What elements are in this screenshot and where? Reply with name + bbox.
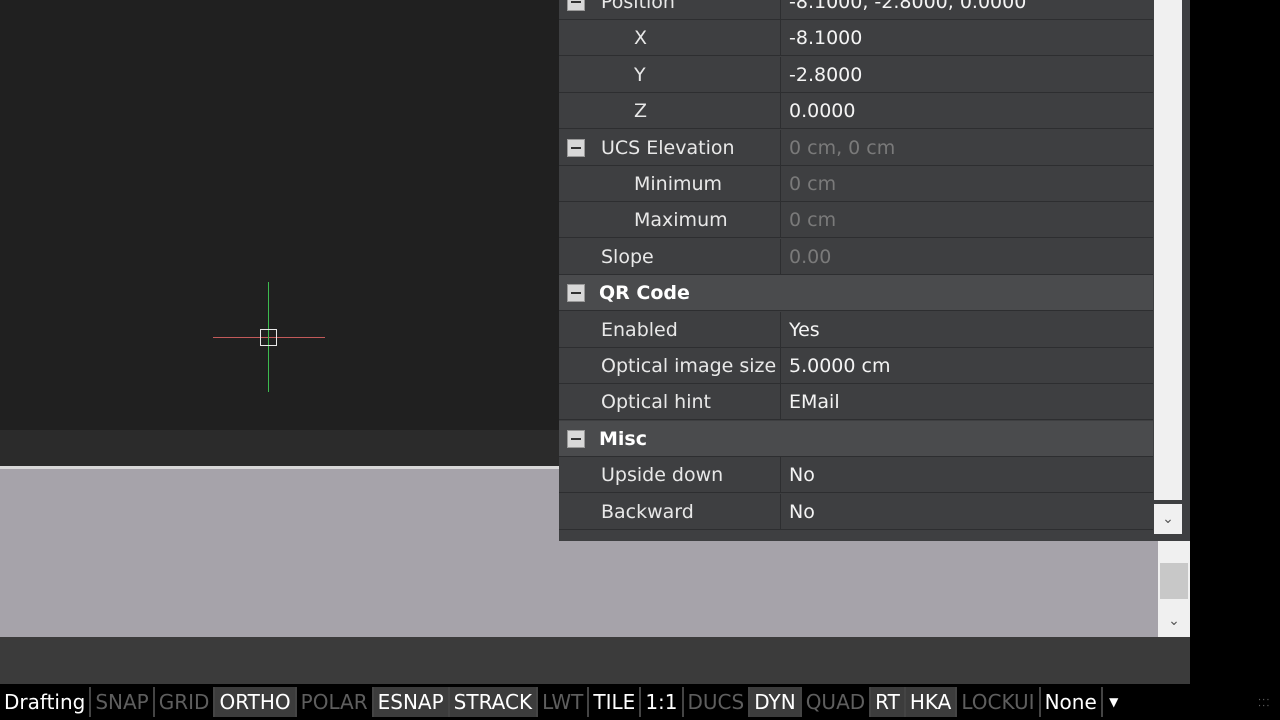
status-toggle-grid[interactable]: GRID <box>155 687 216 717</box>
drawing-canvas[interactable] <box>0 0 560 430</box>
property-label: Maximum <box>634 209 728 231</box>
resize-grip-icon[interactable]: ⋅⋅⋅ ⋅⋅⋅ <box>1258 696 1276 716</box>
status-toggle-lwt[interactable]: LWT <box>538 687 590 717</box>
status-toggle-1-1[interactable]: 1:1 <box>641 687 684 717</box>
scrollbar-track[interactable] <box>1154 0 1182 500</box>
properties-panel: Position -8.1000, -2.8000, 0.0000 X -8.1000… <box>559 0 1190 541</box>
property-label: Misc <box>599 428 647 450</box>
property-value[interactable]: No <box>780 457 1153 493</box>
collapse-minus-icon[interactable] <box>567 430 585 448</box>
property-row[interactable]: Minimum 0 cm <box>559 166 1153 202</box>
property-label: Optical hint <box>601 391 711 413</box>
status-toggle-snap[interactable]: SNAP <box>91 687 155 717</box>
properties-scrollbar[interactable]: ⌄ <box>1153 0 1190 541</box>
triangle-down-icon[interactable]: ▼ <box>1103 687 1125 717</box>
property-label: Position <box>601 0 675 13</box>
property-row[interactable]: Enabled Yes <box>559 312 1153 348</box>
property-label: UCS Elevation <box>601 137 735 159</box>
property-row[interactable]: Optical image size 5.0000 cm <box>559 348 1153 384</box>
property-label: Y <box>634 64 646 86</box>
command-history-scrollbar[interactable]: ⌄ <box>1158 541 1190 637</box>
collapse-minus-icon[interactable] <box>567 284 585 302</box>
property-label: Enabled <box>601 319 678 341</box>
collapse-minus-icon[interactable] <box>567 0 585 11</box>
property-row[interactable]: Optical hint EMail <box>559 384 1153 420</box>
status-toggle-tile[interactable]: TILE <box>589 687 642 717</box>
property-row[interactable]: Y -2.8000 <box>559 57 1153 93</box>
property-value[interactable]: 0 cm, 0 cm <box>780 130 1153 166</box>
status-toggle-strack[interactable]: STRACK <box>449 687 539 717</box>
status-toggle-drafting[interactable]: Drafting <box>0 687 92 717</box>
status-toggle-esnap[interactable]: ESNAP <box>373 687 450 717</box>
status-toggle-lockui[interactable]: LOCKUI <box>957 687 1041 717</box>
crosshair-pickbox <box>260 329 277 346</box>
collapse-minus-icon[interactable] <box>567 139 585 157</box>
property-value[interactable]: No <box>780 494 1153 530</box>
property-row[interactable]: Z 0.0000 <box>559 93 1153 129</box>
property-value[interactable]: -2.8000 <box>780 57 1153 93</box>
status-toggle-polar[interactable]: POLAR <box>297 687 374 717</box>
status-toggle-quad[interactable]: QUAD <box>802 687 872 717</box>
property-value[interactable]: 0 cm <box>780 166 1153 202</box>
status-toggle-ortho[interactable]: ORTHO <box>215 687 297 717</box>
status-toggle-hka[interactable]: HKA <box>905 687 958 717</box>
property-label: Z <box>634 100 648 122</box>
property-category-header[interactable]: Misc <box>559 421 1153 457</box>
scrollbar-thumb[interactable] <box>1160 563 1188 599</box>
property-label: X <box>634 27 648 49</box>
status-toggle-none[interactable]: None <box>1041 687 1103 717</box>
property-value[interactable]: Yes <box>780 312 1153 348</box>
property-value[interactable]: 0 cm <box>780 202 1153 238</box>
property-value[interactable]: -8.1000 <box>780 20 1153 56</box>
property-value[interactable]: 5.0000 cm <box>780 348 1153 384</box>
property-row[interactable]: X -8.1000 <box>559 20 1153 56</box>
property-row[interactable]: Backward No <box>559 494 1153 530</box>
status-toggle-ducs[interactable]: DUCS <box>684 687 751 717</box>
status-bar-toggles: Drafting SNAP GRID ORTHO POLAR ESNAP STRACK LWT… <box>0 684 1103 720</box>
property-row[interactable]: Slope 0.00 <box>559 239 1153 275</box>
property-value[interactable]: EMail <box>780 384 1153 420</box>
property-value[interactable]: -8.1000, -2.8000, 0.0000 <box>780 0 1153 20</box>
screen-edge <box>1190 0 1280 720</box>
status-bar: Drafting SNAP GRID ORTHO POLAR ESNAP STRACK LWT… <box>0 684 1280 720</box>
chevron-down-icon[interactable]: ⌄ <box>1154 504 1182 534</box>
property-label: Optical image size <box>601 355 777 377</box>
property-label: Upside down <box>601 464 724 486</box>
property-label: Backward <box>601 501 694 523</box>
command-line-input[interactable] <box>0 637 1192 684</box>
chevron-down-icon[interactable]: ⌄ <box>1158 609 1190 633</box>
property-row[interactable]: Maximum 0 cm <box>559 202 1153 238</box>
property-value[interactable]: 0.00 <box>780 239 1153 275</box>
property-row[interactable]: UCS Elevation 0 cm, 0 cm <box>559 130 1153 166</box>
property-value[interactable]: 0.0000 <box>780 93 1153 129</box>
property-row[interactable]: Position -8.1000, -2.8000, 0.0000 <box>559 0 1153 20</box>
property-label: QR Code <box>599 282 690 304</box>
property-label: Slope <box>601 246 654 268</box>
status-toggle-rt[interactable]: RT <box>871 687 906 717</box>
status-toggle-dyn[interactable]: DYN <box>750 687 802 717</box>
property-label: Minimum <box>634 173 723 195</box>
property-row[interactable]: Upside down No <box>559 457 1153 493</box>
canvas-bottom-strip <box>0 430 560 466</box>
property-category-header[interactable]: QR Code <box>559 275 1153 311</box>
